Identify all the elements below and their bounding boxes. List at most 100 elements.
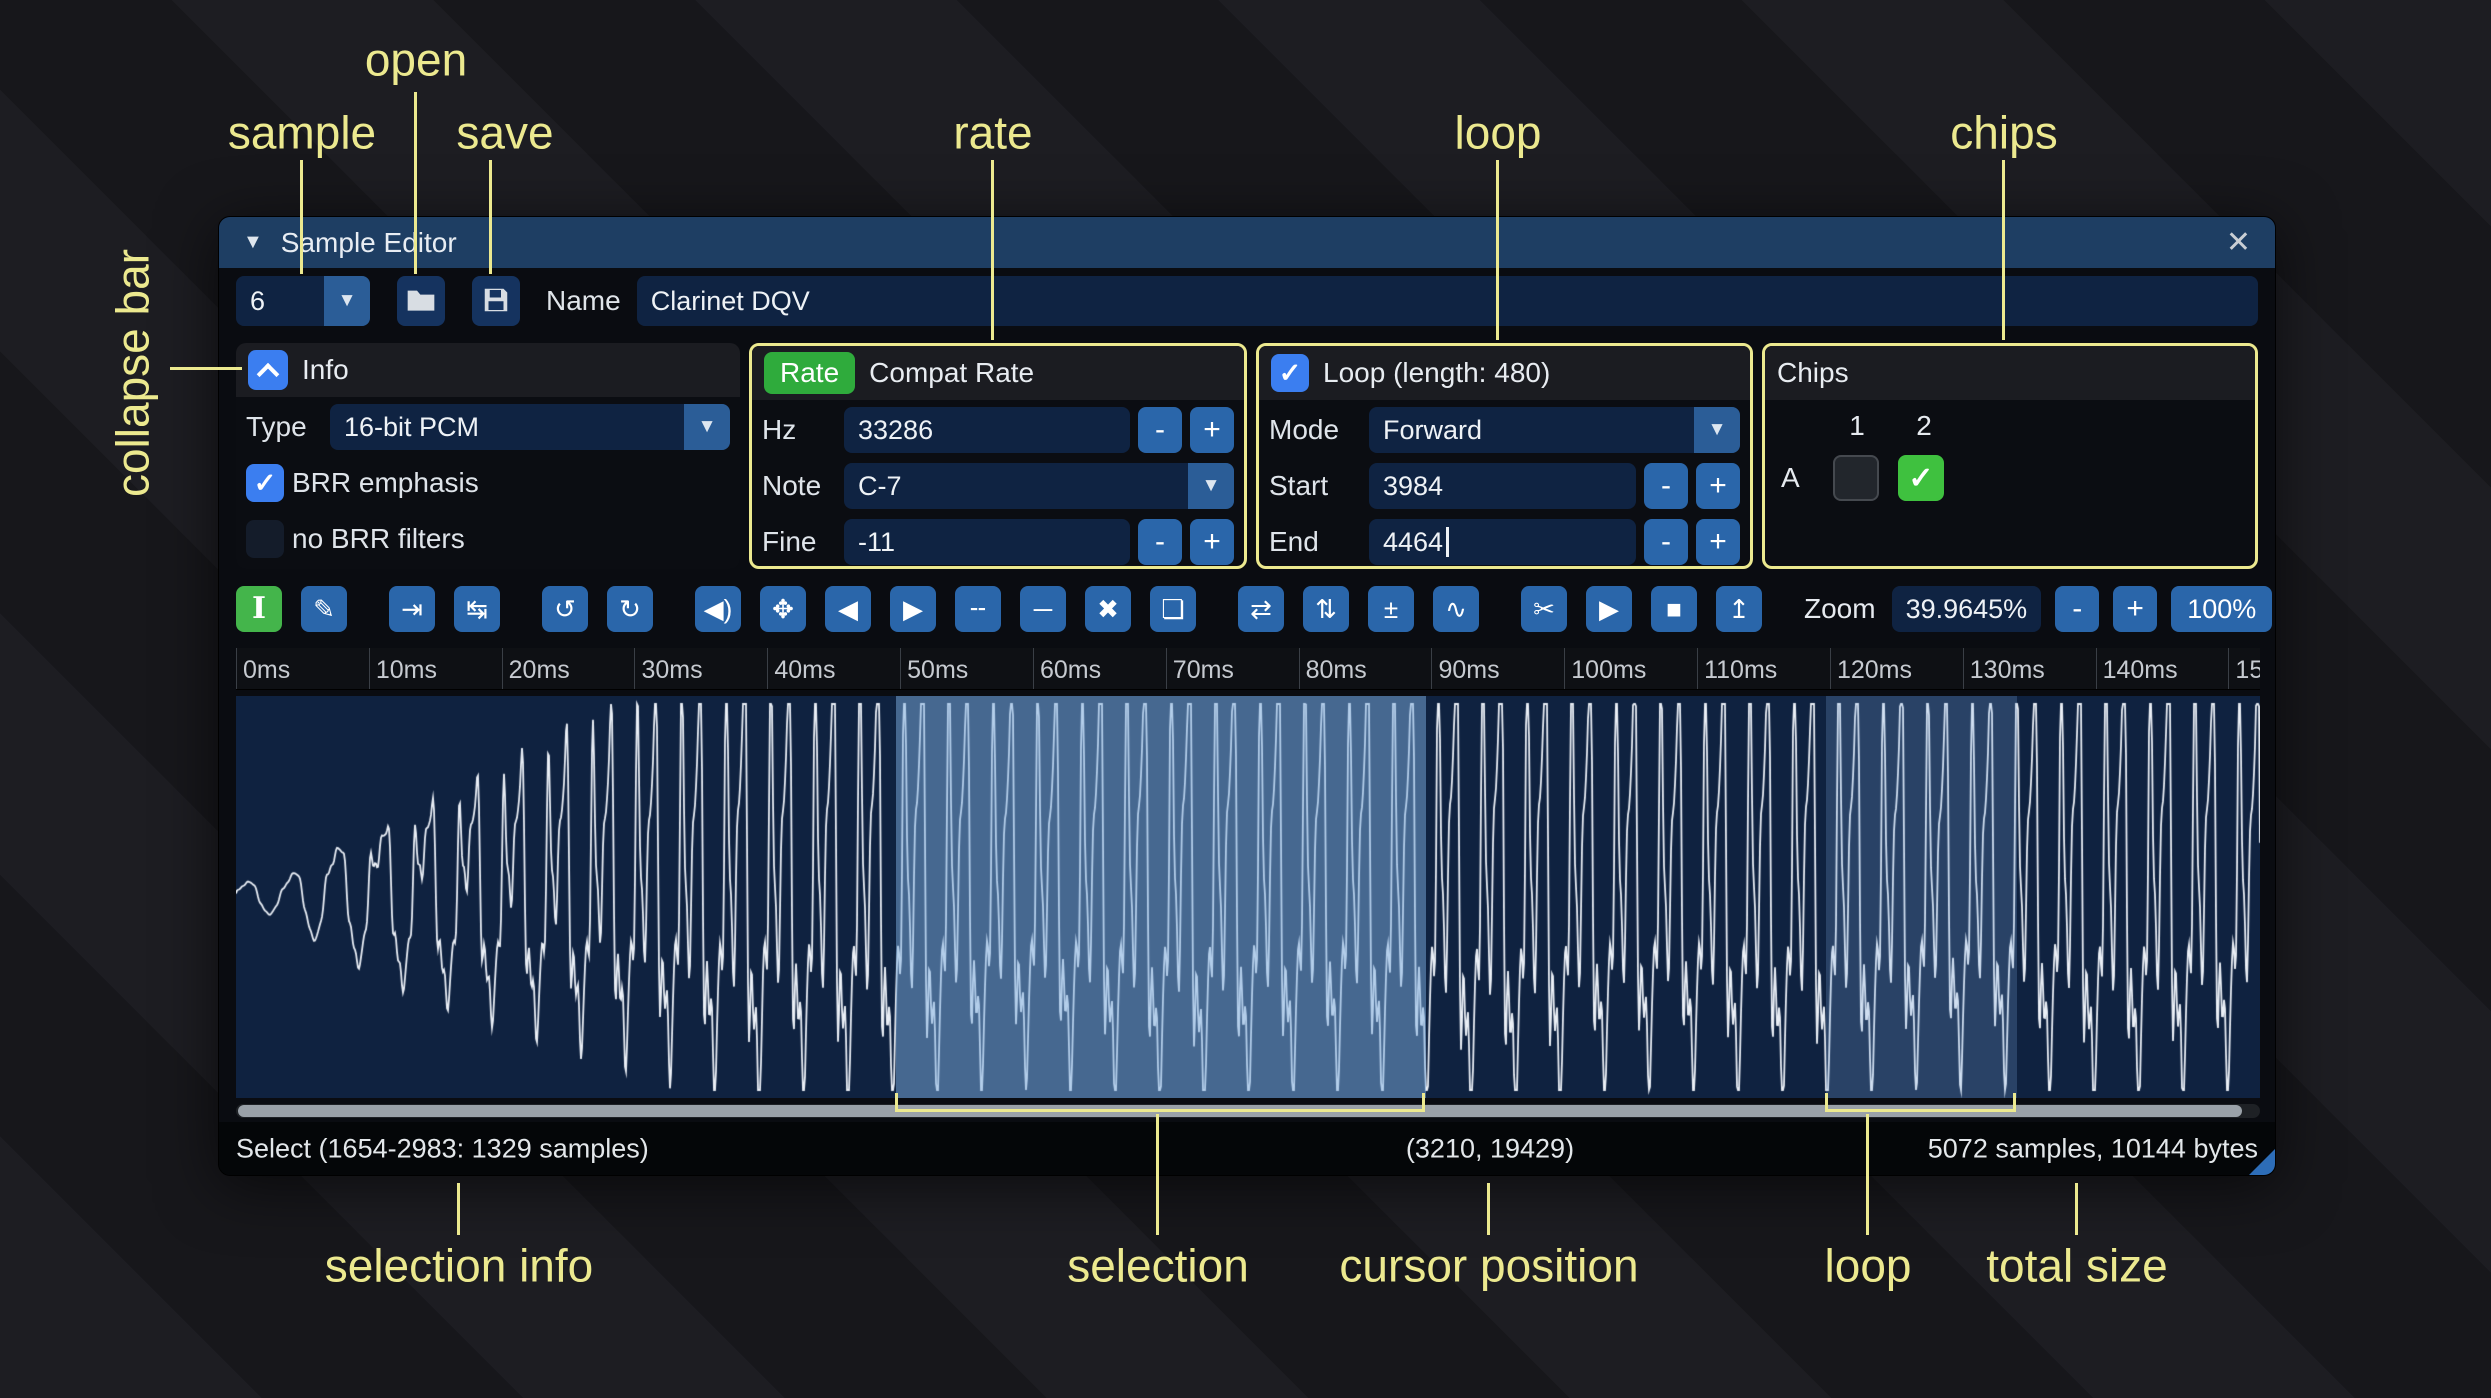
type-dropdown[interactable]: 16-bit PCM ▼ bbox=[330, 404, 730, 450]
chevron-down-icon[interactable]: ▼ bbox=[324, 276, 370, 326]
reverse-button[interactable]: ⇄ bbox=[1238, 586, 1284, 632]
loop-end-input[interactable]: 4464 bbox=[1369, 519, 1636, 565]
undo-button[interactable]: ↺ bbox=[542, 586, 588, 632]
annotation-selection-info: selection info bbox=[324, 1239, 594, 1292]
open-button[interactable] bbox=[397, 276, 445, 326]
ruler-label: 140ms bbox=[2102, 656, 2178, 684]
waveform-view[interactable] bbox=[236, 696, 2260, 1098]
edit-mode-draw-button[interactable]: ✎ bbox=[301, 586, 347, 632]
type-value: 16-bit PCM bbox=[344, 411, 480, 442]
loop-mode-label: Mode bbox=[1269, 414, 1340, 445]
preview-icon: ▶ bbox=[1599, 594, 1619, 624]
create-wavetable-icon: ↥ bbox=[1728, 594, 1750, 624]
ruler-label: 100ms bbox=[1571, 656, 1647, 684]
toolbar-button-groups: I ✎ ⇥ ↹ ↺ ↻ ◀) ✥ ◀ ▶ ╌ ─ ✖ ❏ ⇄ ⇅ ± ∿ ✂ ▶ ■ ↥ bbox=[236, 586, 1804, 632]
status-bar: Select (1654-2983: 1329 samples) (3210, … bbox=[219, 1122, 2275, 1175]
rate-panel-header: Rate Compat Rate bbox=[752, 346, 1244, 400]
ruler-tick bbox=[900, 648, 902, 689]
loop-end-decrease-button[interactable]: - bbox=[1644, 519, 1688, 565]
insert-silence-icon: ╌ bbox=[970, 594, 986, 624]
zoom-out-button[interactable]: - bbox=[2055, 586, 2100, 632]
loop-region-overlay[interactable] bbox=[1825, 696, 2018, 1098]
ruler-label: 60ms bbox=[1039, 656, 1102, 684]
hz-input[interactable]: 33286 bbox=[844, 407, 1130, 453]
crossfade-loop-points-button[interactable]: ✂ bbox=[1521, 586, 1567, 632]
resample-button[interactable]: ↹ bbox=[454, 586, 500, 632]
brr-emphasis-checkbox[interactable]: ✓ bbox=[246, 464, 284, 502]
amplify-button[interactable]: ◀) bbox=[695, 586, 741, 632]
toolbar-group: ⇥ ↹ bbox=[389, 586, 500, 632]
apply-silence-button[interactable]: ─ bbox=[1020, 586, 1066, 632]
collapse-info-button[interactable] bbox=[248, 350, 288, 390]
ruler-label: 110ms bbox=[1704, 656, 1778, 684]
ruler-tick bbox=[634, 648, 636, 689]
zoom-reset-button[interactable]: 100% bbox=[2171, 586, 2273, 632]
normalize-button[interactable]: ✥ bbox=[760, 586, 806, 632]
edit-mode-draw-icon: ✎ bbox=[313, 594, 335, 624]
trim-button[interactable]: ❏ bbox=[1150, 586, 1196, 632]
text-cursor bbox=[1446, 527, 1450, 557]
sample-selector[interactable]: 6 ▼ bbox=[236, 276, 370, 326]
name-input[interactable]: Clarinet DQV bbox=[636, 276, 2258, 326]
chip-2-checkbox[interactable]: ✓ bbox=[1898, 455, 1944, 501]
ruler-label: 120ms bbox=[1836, 656, 1912, 684]
fine-input[interactable]: -11 bbox=[844, 519, 1130, 565]
fade-out-button[interactable]: ▶ bbox=[890, 586, 936, 632]
status-total-size: 5072 samples, 10144 bytes bbox=[1927, 1133, 2258, 1163]
chips-panel-body: 1 2 A ✓ ✓ bbox=[1765, 400, 2255, 566]
titlebar[interactable]: ▼ Sample Editor ✕ bbox=[219, 217, 2275, 268]
annotation-open: open bbox=[364, 33, 468, 86]
redo-button[interactable]: ↻ bbox=[607, 586, 653, 632]
zoom-input[interactable]: 39.9645% bbox=[1891, 586, 2042, 632]
ruler-label: 70ms bbox=[1172, 656, 1234, 684]
chevron-down-icon[interactable]: ▼ bbox=[1188, 463, 1234, 509]
edit-mode-select-button[interactable]: I bbox=[236, 586, 282, 632]
annotation-line-loop-bottom bbox=[1866, 1114, 1869, 1235]
no-brr-filters-checkbox[interactable]: ✓ bbox=[246, 520, 284, 558]
chip-column-1: 1 bbox=[1849, 410, 1865, 441]
note-dropdown[interactable]: C-7 ▼ bbox=[844, 463, 1234, 509]
chevron-down-icon[interactable]: ▼ bbox=[684, 404, 730, 450]
ruler-tick bbox=[1032, 648, 1034, 689]
window-collapse-icon[interactable]: ▼ bbox=[243, 231, 263, 254]
ruler-label: 40ms bbox=[774, 656, 836, 684]
filter-button[interactable]: ∿ bbox=[1433, 586, 1479, 632]
fine-increase-button[interactable]: + bbox=[1190, 519, 1234, 565]
apply-silence-icon: ─ bbox=[1033, 594, 1053, 624]
invert-button[interactable]: ⇅ bbox=[1303, 586, 1349, 632]
loop-end-increase-button[interactable]: + bbox=[1696, 519, 1740, 565]
loop-enable-checkbox[interactable]: ✓ bbox=[1271, 354, 1309, 392]
redo-icon: ↻ bbox=[619, 594, 641, 624]
sign-invert-button[interactable]: ± bbox=[1368, 586, 1414, 632]
stop-preview-button[interactable]: ■ bbox=[1651, 586, 1697, 632]
fade-in-button[interactable]: ◀ bbox=[825, 586, 871, 632]
hz-decrease-button[interactable]: - bbox=[1138, 407, 1182, 453]
hz-increase-button[interactable]: + bbox=[1190, 407, 1234, 453]
zoom-in-button[interactable]: + bbox=[2113, 586, 2158, 632]
preview-button[interactable]: ▶ bbox=[1586, 586, 1632, 632]
resize-grip[interactable] bbox=[2249, 1149, 2275, 1175]
loop-panel: ✓ Loop (length: 480) Mode Forward ▼ Star… bbox=[1256, 343, 1753, 569]
create-wavetable-button[interactable]: ↥ bbox=[1716, 586, 1762, 632]
panels-row: Info Type 16-bit PCM ▼ ✓ BRR emphasis no… bbox=[236, 343, 2258, 569]
check-icon: ✓ bbox=[1908, 461, 1934, 495]
tab-compat-rate[interactable]: Compat Rate bbox=[869, 357, 1034, 389]
insert-silence-button[interactable]: ╌ bbox=[955, 586, 1001, 632]
fine-decrease-button[interactable]: - bbox=[1138, 519, 1182, 565]
loop-start-increase-button[interactable]: + bbox=[1696, 463, 1740, 509]
chip-1-checkbox[interactable]: ✓ bbox=[1833, 455, 1879, 501]
close-icon[interactable]: ✕ bbox=[2226, 225, 2251, 260]
toolbar-group: ⇄ ⇅ ± ∿ bbox=[1238, 586, 1479, 632]
annotation-line-chips bbox=[2002, 160, 2005, 340]
save-button[interactable] bbox=[472, 276, 520, 326]
resize-button[interactable]: ⇥ bbox=[389, 586, 435, 632]
tab-rate[interactable]: Rate bbox=[764, 352, 856, 394]
annotation-rate: rate bbox=[953, 106, 1033, 159]
chevron-down-icon[interactable]: ▼ bbox=[1694, 407, 1740, 453]
loop-mode-dropdown[interactable]: Forward ▼ bbox=[1369, 407, 1740, 453]
loop-start-decrease-button[interactable]: - bbox=[1644, 463, 1688, 509]
selection-overlay[interactable] bbox=[896, 696, 1427, 1098]
loop-start-input[interactable]: 3984 bbox=[1369, 463, 1636, 509]
ruler-label: 20ms bbox=[508, 656, 570, 684]
delete-button[interactable]: ✖ bbox=[1085, 586, 1131, 632]
